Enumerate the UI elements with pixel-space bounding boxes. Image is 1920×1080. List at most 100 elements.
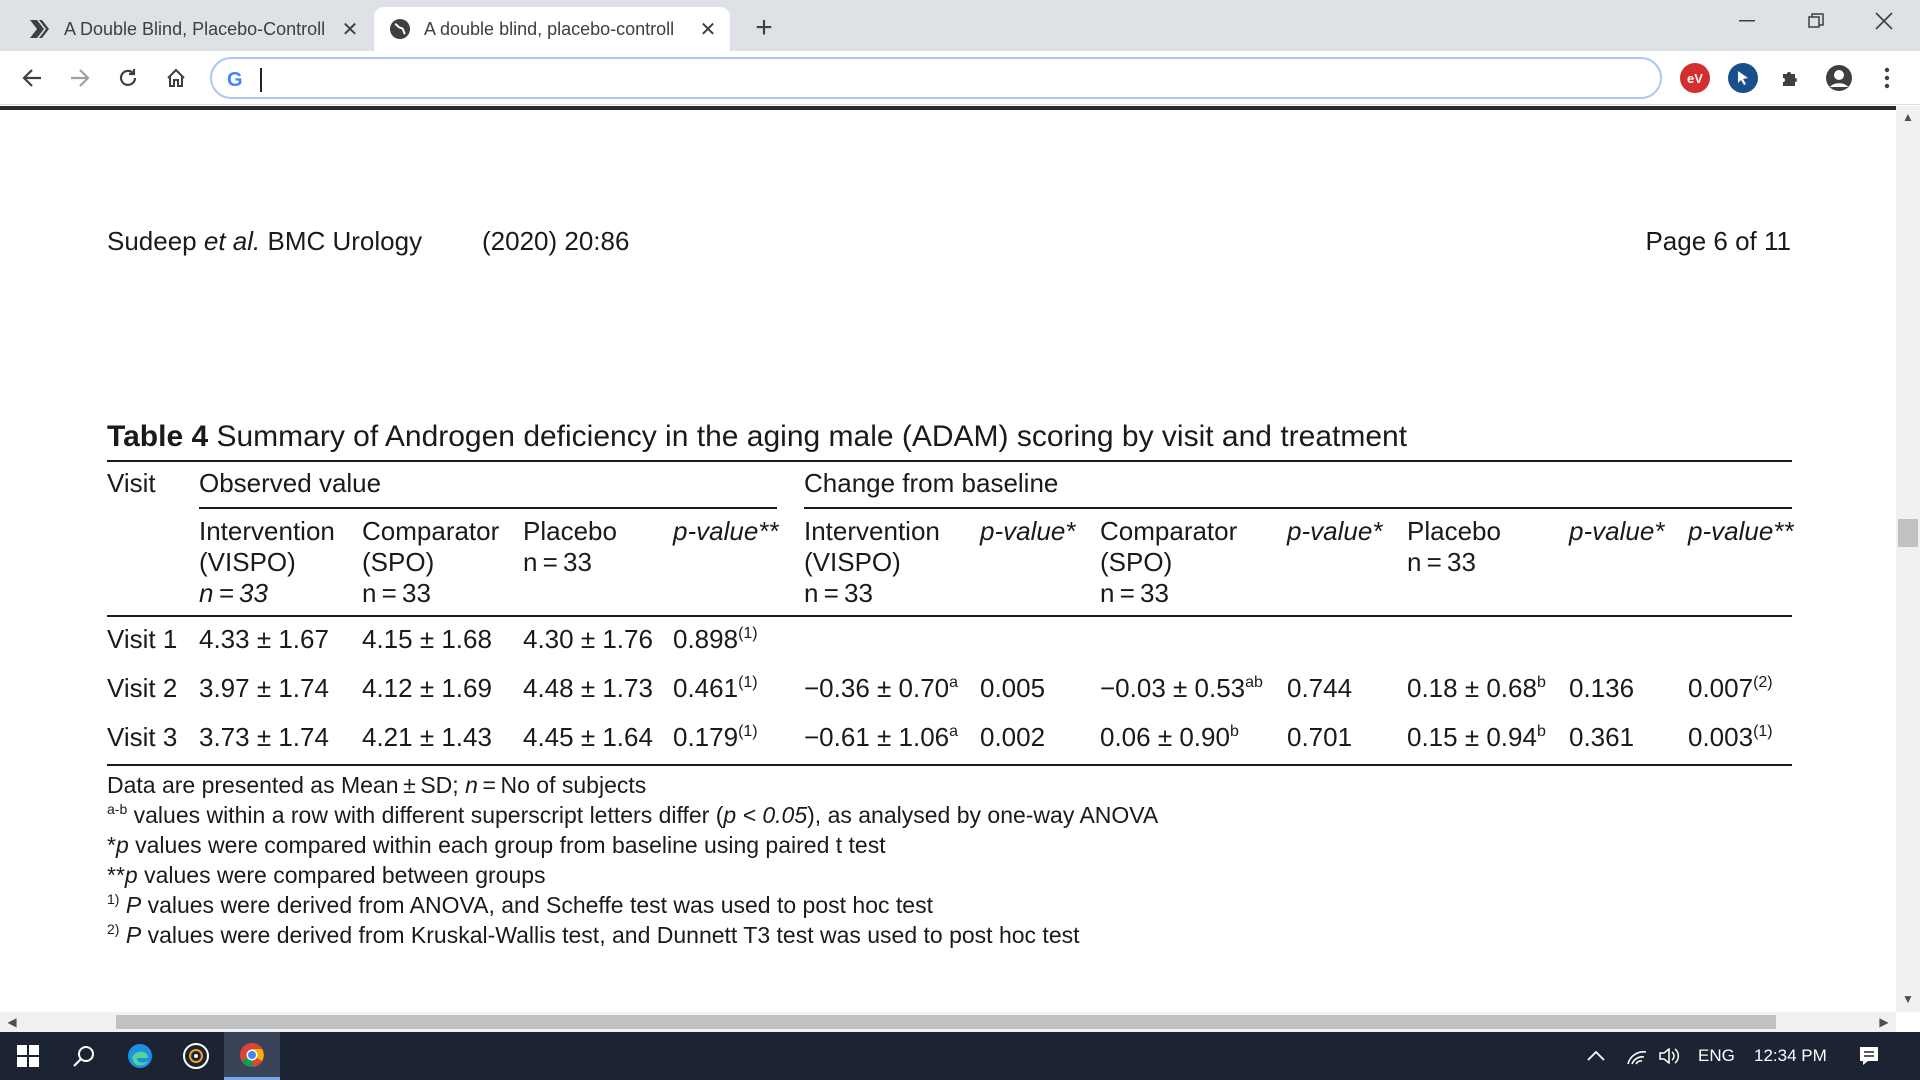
cursor-extension-icon[interactable] [1728, 63, 1758, 93]
header-line: n = 33 [1100, 578, 1169, 608]
cell-obs-p: 0.461(1) [673, 673, 758, 704]
scroll-up-arrow-icon[interactable]: ▲ [1896, 110, 1920, 130]
footnote-data-presentation: Data are presented as Mean ± SD; n = No … [107, 772, 646, 799]
edge-browser-icon[interactable] [112, 1032, 168, 1080]
tab-title: A Double Blind, Placebo-Controll [64, 18, 326, 39]
value: 0.003 [1688, 722, 1754, 752]
search-icon[interactable] [56, 1032, 112, 1080]
superscript: (1) [738, 674, 758, 691]
horizontal-scroll-thumb[interactable] [116, 1015, 1776, 1029]
cell-obs-plc: 4.45 ± 1.64 [523, 722, 653, 752]
header-line: Intervention [804, 516, 940, 546]
superscript: (1) [738, 723, 758, 740]
scroll-right-arrow-icon[interactable]: ▶ [1874, 1012, 1894, 1032]
col-header-chg-placebo: Placebo n = 33 [1407, 516, 1501, 578]
window-close-icon[interactable] [1860, 0, 1908, 42]
windows-start-icon[interactable] [0, 1032, 56, 1080]
col-header-chg-comparator: Comparator (SPO) n = 33 [1100, 516, 1237, 609]
observed-group-rule [199, 507, 777, 509]
text: values were compared within each group f… [128, 832, 886, 858]
col-header-chg-int-pvalue: p-value* [980, 516, 1076, 546]
google-g-icon: G [227, 69, 243, 91]
kebab-menu-icon[interactable] [1872, 63, 1902, 93]
minimize-icon[interactable] [1723, 0, 1771, 42]
page-header-year: (2020) 20:86 [482, 226, 630, 256]
value: 0.898 [673, 624, 739, 654]
browser-tab-1[interactable]: A Double Blind, Placebo-Controll ✕ [14, 7, 372, 51]
media-app-icon[interactable] [168, 1032, 224, 1080]
text: ), as analysed by one-way ANOVA [807, 802, 1159, 828]
text-cursor [260, 68, 262, 92]
cell-chg-cmp: −0.03 ± 0.53ab [1100, 673, 1263, 704]
cell-chg-int-p: 0.002 [980, 722, 1046, 752]
cell-obs-cmp: 4.15 ± 1.68 [362, 624, 492, 654]
col-header-chg-plc-pvalue: p-value* [1569, 516, 1665, 546]
vertical-scroll-thumb[interactable] [1898, 519, 1918, 547]
cell-chg-int: −0.61 ± 1.06a [804, 722, 958, 753]
text: p [723, 802, 737, 828]
col-header-visit: Visit [107, 468, 156, 498]
header-line: Comparator [1100, 516, 1238, 546]
col-header-obs-placebo: Placebo n = 33 [523, 516, 617, 578]
address-bar[interactable]: G [210, 57, 1662, 99]
profile-icon[interactable] [1824, 63, 1854, 93]
value: 0.461 [673, 673, 739, 703]
header-line: Placebo [523, 516, 617, 546]
cell-chg-int: −0.36 ± 0.70a [804, 673, 958, 704]
header-line: Placebo [1407, 516, 1501, 546]
table-bottom-rule [107, 764, 1792, 766]
vertical-scrollbar[interactable]: ▲ ▼ [1896, 106, 1920, 1012]
ev-extension-icon[interactable]: eV [1680, 63, 1710, 93]
tab-close-icon[interactable]: ✕ [336, 15, 364, 43]
superscript: ab [1245, 674, 1263, 691]
clock[interactable]: 12:34 PM [1754, 1032, 1827, 1080]
reload-icon[interactable] [110, 60, 146, 96]
table-label: Table 4 [107, 420, 209, 453]
superscript: b [1536, 674, 1546, 691]
header-line: Intervention [199, 516, 335, 546]
tab-close-icon[interactable]: ✕ [694, 15, 722, 43]
forward-icon[interactable] [62, 60, 98, 96]
superscript: a [949, 674, 959, 691]
puzzle-icon[interactable] [1776, 63, 1806, 93]
scroll-down-arrow-icon[interactable]: ▼ [1896, 992, 1920, 1012]
text: * [107, 832, 116, 858]
volume-icon[interactable] [1658, 1032, 1682, 1080]
cell-chg-cmp: 0.06 ± 0.90b [1100, 722, 1239, 753]
cell-obs-cmp: 4.12 ± 1.69 [362, 673, 492, 703]
text: values were derived from ANOVA, and Sche… [141, 892, 933, 918]
superscript: a-b [107, 801, 128, 817]
header-authors: Sudeep [107, 226, 204, 256]
browser-toolbar: G eV [0, 51, 1920, 105]
browser-tab-2[interactable]: A double blind, placebo-controll ✕ [374, 7, 730, 51]
horizontal-scrollbar[interactable]: ◀ ▶ [0, 1012, 1896, 1032]
notifications-icon[interactable] [1858, 1032, 1880, 1080]
chrome-taskbar-icon[interactable] [224, 1032, 280, 1080]
cell-visit: Visit 1 [107, 624, 178, 654]
change-group-rule [804, 507, 1792, 509]
show-hidden-icons-chevron-icon[interactable] [1586, 1032, 1606, 1080]
scroll-left-arrow-icon[interactable]: ◀ [2, 1012, 22, 1032]
cell-chg-cmp-p: 0.744 [1287, 673, 1353, 703]
new-tab-plus-icon[interactable]: + [748, 11, 780, 44]
cell-obs-plc: 4.30 ± 1.76 [523, 624, 653, 654]
home-icon[interactable] [158, 60, 194, 96]
header-line: (SPO) [1100, 547, 1173, 577]
language-indicator[interactable]: ENG [1698, 1032, 1735, 1080]
cell-chg-plc-p: 0.136 [1569, 673, 1635, 703]
tab-title: A double blind, placebo-controll [424, 18, 675, 39]
restore-icon[interactable] [1792, 0, 1840, 42]
header-line: n = 33 [804, 578, 873, 608]
table-caption: Table 4 Summary of Androgen deficiency i… [107, 420, 1407, 454]
superscript: a [949, 723, 959, 740]
value: −0.61 ± 1.06 [804, 722, 950, 752]
cell-chg-plc-p: 0.361 [1569, 722, 1635, 752]
text: = No of subjects [477, 772, 647, 798]
back-icon[interactable] [14, 60, 50, 96]
wifi-icon[interactable] [1626, 1032, 1648, 1080]
text: n [465, 772, 478, 798]
cell-chg-plc: 0.15 ± 0.94b [1407, 722, 1546, 753]
text: P [119, 892, 142, 918]
value: 0.15 ± 0.94 [1407, 722, 1537, 752]
group-header-change: Change from baseline [804, 468, 1059, 498]
